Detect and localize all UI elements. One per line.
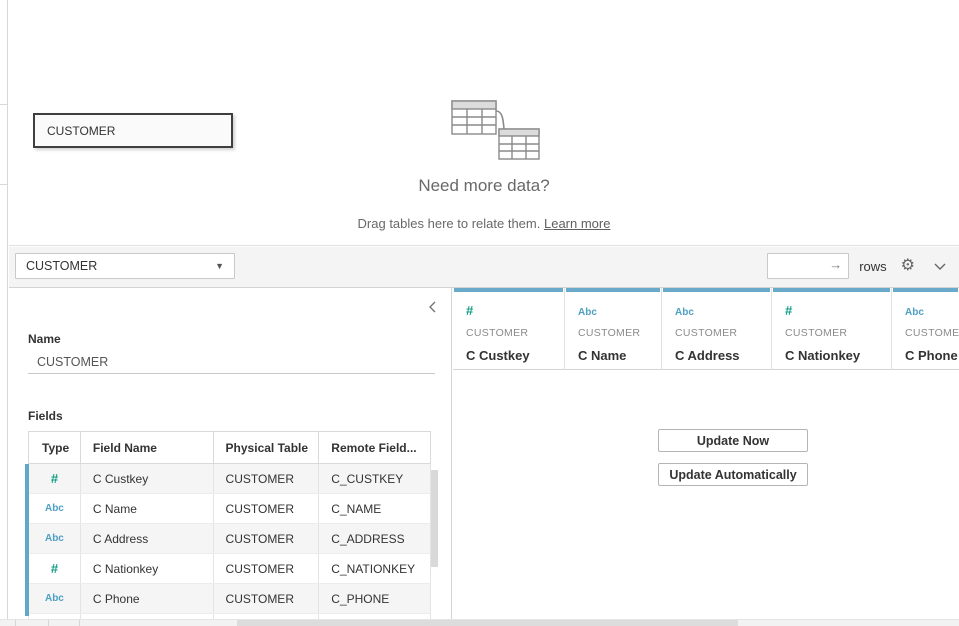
table-select-dropdown[interactable]: CUSTOMER ▼: [15, 253, 235, 279]
column-table-label: CUSTOMER: [785, 327, 891, 339]
column-field-label: C Address: [675, 348, 771, 363]
column-accent-bar: [663, 288, 770, 292]
column-field-label: C Name: [578, 348, 661, 363]
string-type-icon: Abc: [45, 533, 64, 544]
col-header-field-name[interactable]: Field Name: [81, 432, 214, 463]
col-header-remote-field[interactable]: Remote Field...: [319, 432, 430, 463]
metadata-panel: Name Fields Type Field Name Physical Tab…: [9, 288, 452, 626]
empty-state-title: Need more data?: [9, 176, 959, 196]
fields-table: Type Field Name Physical Table Remote Fi…: [28, 431, 431, 619]
table-row[interactable]: Abc C Name CUSTOMER C_NAME: [28, 494, 431, 524]
tables-illustration-icon: [437, 95, 542, 165]
column-table-label: CUSTOMER: [905, 327, 959, 339]
relationship-canvas[interactable]: CUSTOMER Need more d: [9, 0, 959, 246]
string-type-icon: Abc: [45, 593, 64, 604]
table-name-input[interactable]: [28, 350, 435, 374]
grid-column-c-address[interactable]: Abc CUSTOMER C Address: [662, 288, 772, 370]
learn-more-link[interactable]: Learn more: [544, 216, 610, 231]
column-accent-bar: [773, 288, 890, 292]
rows-label: rows: [859, 259, 886, 274]
string-type-icon: Abc: [578, 307, 597, 318]
empty-state-hint: Drag tables here to relate them. Learn m…: [9, 216, 959, 231]
physical-table-cell: CUSTOMER: [214, 524, 320, 553]
string-type-icon: Abc: [675, 307, 694, 318]
column-accent-bar: [454, 288, 563, 292]
field-name-cell: C Phone: [81, 584, 214, 613]
column-field-label: C Custkey: [466, 348, 564, 363]
dropdown-caret-icon: ▼: [215, 261, 224, 271]
table-row[interactable]: Abc C Address CUSTOMER C_ADDRESS: [28, 524, 431, 554]
chevron-down-icon[interactable]: [933, 262, 947, 271]
scrollbar-tick: [15, 620, 16, 626]
physical-table-cell: CUSTOMER: [214, 494, 320, 523]
left-rail[interactable]: [0, 0, 8, 626]
grid-toolbar: CUSTOMER ▼ → rows ⚙: [9, 247, 959, 288]
column-field-label: C Nationkey: [785, 348, 891, 363]
data-source-page: TPCD Connection Live Extract Filters 0 |…: [0, 0, 959, 626]
rail-divider: [0, 184, 8, 185]
remote-field-cell: C_NATIONKEY: [319, 554, 430, 583]
column-field-label: C Phone: [905, 348, 959, 363]
number-type-icon: #: [51, 471, 58, 486]
grid-column-c-nationkey[interactable]: # CUSTOMER C Nationkey: [772, 288, 892, 370]
grid-column-c-phone[interactable]: Abc CUSTOMER C Phone: [892, 288, 959, 370]
rail-divider: [0, 104, 8, 105]
update-now-button[interactable]: Update Now: [658, 429, 808, 452]
table-row[interactable]: # C Nationkey CUSTOMER C_NATIONKEY: [28, 554, 431, 584]
col-header-type[interactable]: Type: [29, 432, 81, 463]
update-automatically-button[interactable]: Update Automatically: [658, 463, 808, 486]
number-type-icon: #: [51, 561, 58, 576]
fields-table-scrollbar[interactable]: [431, 470, 438, 567]
fields-table-header: Type Field Name Physical Table Remote Fi…: [28, 431, 431, 464]
scrollbar-tick: [79, 620, 80, 626]
column-table-label: CUSTOMER: [578, 327, 661, 339]
table-row[interactable]: Abc C Phone CUSTOMER C_PHONE: [28, 584, 431, 614]
grid-column-headers: # CUSTOMER C Custkey Abc CUSTOMER C Name…: [453, 288, 959, 370]
collapse-panel-icon[interactable]: [428, 300, 437, 319]
physical-table-cell: CUSTOMER: [214, 464, 320, 493]
scrollbar-tick: [48, 620, 49, 626]
apply-rows-arrow-icon[interactable]: →: [829, 257, 842, 272]
row-selection-bar: [25, 464, 29, 616]
string-type-icon: Abc: [45, 503, 64, 514]
physical-table-cell: CUSTOMER: [214, 584, 320, 613]
physical-table-cell: CUSTOMER: [214, 554, 320, 583]
horizontal-scrollbar-thumb[interactable]: [237, 620, 738, 626]
column-accent-bar: [893, 288, 958, 292]
fields-label: Fields: [28, 409, 63, 423]
column-table-label: CUSTOMER: [466, 327, 564, 339]
remote-field-cell: C_NAME: [319, 494, 430, 523]
remote-field-cell: C_PHONE: [319, 584, 430, 613]
field-name-cell: C Address: [81, 524, 214, 553]
table-select-value: CUSTOMER: [26, 259, 97, 273]
remote-field-cell: C_CUSTKEY: [319, 464, 430, 493]
name-label: Name: [28, 332, 61, 346]
canvas-table-customer[interactable]: CUSTOMER: [33, 113, 233, 148]
column-accent-bar: [566, 288, 660, 292]
field-name-cell: C Nationkey: [81, 554, 214, 583]
number-type-icon: #: [785, 303, 792, 318]
grid-column-c-custkey[interactable]: # CUSTOMER C Custkey: [453, 288, 565, 370]
col-header-physical-table[interactable]: Physical Table: [214, 432, 320, 463]
number-type-icon: #: [466, 303, 473, 318]
column-table-label: CUSTOMER: [675, 327, 771, 339]
remote-field-cell: C_ADDRESS: [319, 524, 430, 553]
gear-icon[interactable]: ⚙: [901, 258, 915, 274]
table-row[interactable]: # C Custkey CUSTOMER C_CUSTKEY: [28, 464, 431, 494]
horizontal-scrollbar[interactable]: [0, 619, 959, 626]
data-grid: # CUSTOMER C Custkey Abc CUSTOMER C Name…: [453, 288, 959, 626]
string-type-icon: Abc: [905, 307, 924, 318]
field-name-cell: C Custkey: [81, 464, 214, 493]
grid-column-c-name[interactable]: Abc CUSTOMER C Name: [565, 288, 662, 370]
field-name-cell: C Name: [81, 494, 214, 523]
empty-hint-text: Drag tables here to relate them.: [358, 216, 541, 231]
